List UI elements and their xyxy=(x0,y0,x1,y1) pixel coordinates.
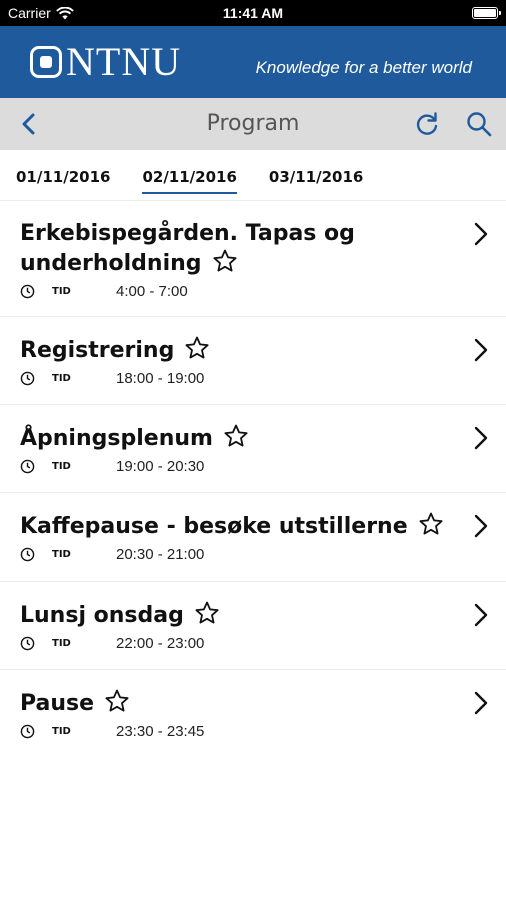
tab-date-3[interactable]: 03/11/2016 xyxy=(269,150,363,194)
logo-text: NTNU xyxy=(66,39,182,84)
program-item-title-wrap: Erkebispegården. Tapas og underholdning xyxy=(20,219,446,278)
navigation-bar: Program xyxy=(0,98,506,150)
program-item-meta: TID 18:00 - 19:00 xyxy=(20,367,446,389)
chevron-right-icon[interactable] xyxy=(472,690,490,716)
time-label: TID xyxy=(52,285,71,297)
chevron-right-icon[interactable] xyxy=(472,337,490,363)
time-range: 20:30 - 21:00 xyxy=(116,545,205,563)
program-item[interactable]: Kaffepause - besøke utstillerne TID 20:3… xyxy=(0,492,506,581)
program-list: Erkebispegården. Tapas og underholdning … xyxy=(0,200,506,757)
tab-date-2[interactable]: 02/11/2016 xyxy=(142,150,238,194)
program-item[interactable]: Lunsj onsdag TID 22:00 - 23:00 xyxy=(0,581,506,669)
chevron-right-icon[interactable] xyxy=(472,602,490,628)
star-icon[interactable] xyxy=(184,335,210,361)
ntnu-logo: NTNU xyxy=(30,42,181,82)
clock-icon xyxy=(20,547,35,561)
program-item-meta: TID 19:00 - 20:30 xyxy=(20,455,446,477)
program-item-meta: TID 23:30 - 23:45 xyxy=(20,720,446,742)
program-item-title: Åpningsplenum xyxy=(20,426,213,451)
program-item-title-wrap: Registrering xyxy=(20,335,446,365)
clock-icon xyxy=(20,284,35,298)
clock-icon xyxy=(20,636,35,650)
battery-icon xyxy=(472,7,501,19)
star-icon[interactable] xyxy=(104,688,130,714)
time-label: TID xyxy=(52,548,71,560)
time-label: TID xyxy=(52,372,71,384)
program-item-meta: TID 22:00 - 23:00 xyxy=(20,632,446,654)
chevron-right-icon[interactable] xyxy=(472,513,490,539)
star-icon[interactable] xyxy=(223,423,249,449)
time-label: TID xyxy=(52,637,71,649)
brand-tagline: Knowledge for a better world xyxy=(255,58,472,77)
chevron-right-icon[interactable] xyxy=(472,425,490,451)
tab-date-1[interactable]: 01/11/2016 xyxy=(16,150,110,194)
time-label: TID xyxy=(52,460,71,472)
time-range: 19:00 - 20:30 xyxy=(116,457,205,475)
refresh-icon[interactable] xyxy=(412,109,442,139)
program-item-title-wrap: Lunsj onsdag xyxy=(20,600,446,630)
program-item-meta: TID 20:30 - 21:00 xyxy=(20,543,446,565)
program-item-title: Registrering xyxy=(20,338,175,363)
program-item-title: Lunsj onsdag xyxy=(20,603,184,628)
star-icon[interactable] xyxy=(194,600,220,626)
clock-icon xyxy=(20,724,35,738)
program-item-meta: TID 4:00 - 7:00 xyxy=(20,280,446,302)
program-item[interactable]: Erkebispegården. Tapas og underholdning … xyxy=(0,200,506,316)
time-range: 4:00 - 7:00 xyxy=(116,282,188,300)
time-range: 23:30 - 23:45 xyxy=(116,722,205,740)
program-item[interactable]: Pause TID 23:30 - 23:45 xyxy=(0,669,506,757)
program-item-title-wrap: Åpningsplenum xyxy=(20,423,446,453)
program-item-title: Pause xyxy=(20,691,95,716)
search-icon[interactable] xyxy=(464,109,494,139)
time-range: 18:00 - 19:00 xyxy=(116,369,205,387)
time-label: TID xyxy=(52,725,71,737)
date-tabs: 01/11/2016 02/11/2016 03/11/2016 xyxy=(0,150,506,200)
program-item-title-wrap: Kaffepause - besøke utstillerne xyxy=(20,511,446,541)
program-item-title: Kaffepause - besøke utstillerne xyxy=(20,514,408,539)
status-bar: Carrier 11:41 AM xyxy=(0,0,506,26)
program-item-title: Erkebispegården. Tapas og underholdning xyxy=(20,221,355,276)
program-item[interactable]: Åpningsplenum TID 19:00 - 20:30 xyxy=(0,404,506,492)
star-icon[interactable] xyxy=(212,248,238,274)
clock-time: 11:41 AM xyxy=(222,5,284,21)
chevron-right-icon[interactable] xyxy=(472,221,490,247)
clock-icon xyxy=(20,459,35,473)
time-range: 22:00 - 23:00 xyxy=(116,634,205,652)
star-icon[interactable] xyxy=(418,511,444,537)
logo-mark-icon xyxy=(30,46,62,78)
program-item[interactable]: Registrering TID 18:00 - 19:00 xyxy=(0,316,506,404)
program-item-title-wrap: Pause xyxy=(20,688,446,718)
clock-icon xyxy=(20,371,35,385)
brand-header: NTNU Knowledge for a better world xyxy=(0,26,506,98)
